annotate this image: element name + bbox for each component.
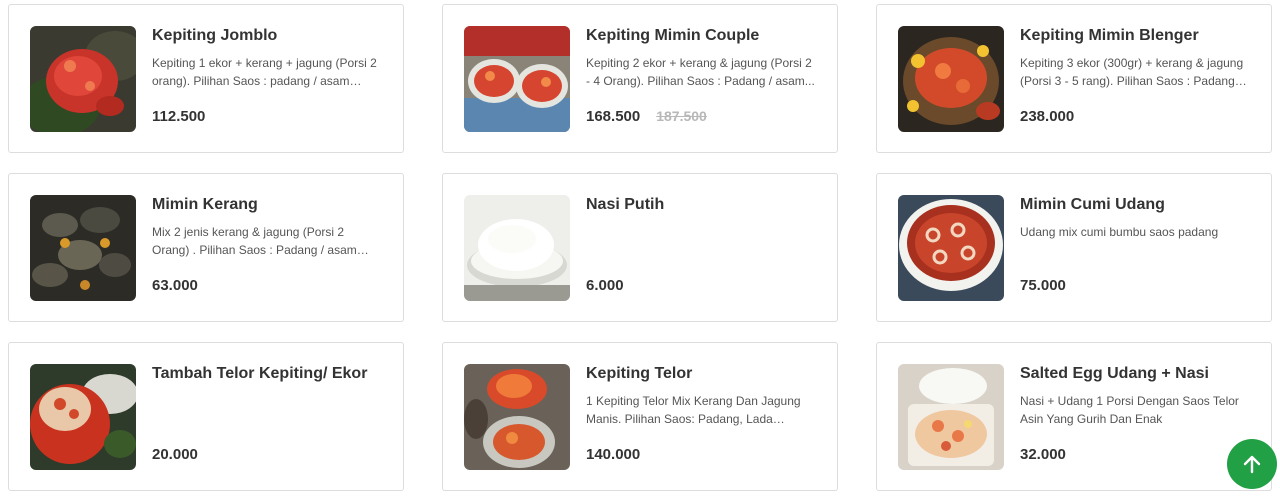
menu-item-description: Kepiting 1 ekor + kerang + jagung (Porsi… (152, 56, 377, 88)
menu-item-description: Kepiting 3 ekor (300gr) + kerang & jagun… (1020, 56, 1244, 88)
menu-item-description: Udang mix cumi bumbu saos padang (1020, 225, 1219, 239)
crab-platter-photo (898, 26, 1004, 132)
clams-photo (30, 195, 136, 301)
crab-egg-photo (464, 364, 570, 470)
menu-item-price: 20.000 (152, 446, 198, 463)
menu-item-description: Mix 2 jenis kerang & jagung (Porsi 2 Ora… (152, 225, 357, 257)
salted-egg-shrimp-photo (898, 364, 1004, 470)
menu-item-title: Kepiting Telor (586, 365, 693, 382)
menu-item-title: Nasi Putih (586, 196, 665, 213)
menu-item-price-row: 112.500 (152, 108, 205, 125)
menu-item-price-row: 140.000 (586, 446, 640, 463)
menu-item-price: 112.500 (152, 108, 206, 125)
menu-item-card[interactable]: Tambah Telor Kepiting/ Ekor 20.000 (8, 342, 404, 491)
menu-item-title: Mimin Cumi Udang (1020, 196, 1165, 213)
crab-dish-photo (30, 26, 136, 132)
menu-item-price-row: 168.500 187.500 (586, 108, 707, 125)
menu-item-price-row: 32.000 (1020, 446, 1066, 463)
menu-item-card[interactable]: Kepiting Telor 1 Kepiting Telor Mix Kera… (442, 342, 838, 491)
menu-item-price: 6.000 (586, 277, 624, 294)
arrow-up-icon (1243, 455, 1261, 474)
menu-grid: Kepiting Jomblo Kepiting 1 ekor + kerang… (8, 4, 1272, 491)
crab-roe-photo (30, 364, 136, 470)
menu-item-title: Tambah Telor Kepiting/ Ekor (152, 365, 368, 382)
menu-item-description: Nasi + Udang 1 Porsi Dengan Saos Telor A… (1020, 394, 1239, 426)
menu-item-title: Kepiting Jomblo (152, 27, 278, 44)
scroll-to-top-button[interactable] (1227, 439, 1277, 489)
menu-item-card[interactable]: Kepiting Jomblo Kepiting 1 ekor + kerang… (8, 4, 404, 153)
menu-item-card[interactable]: Mimin Kerang Mix 2 jenis kerang & jagung… (8, 173, 404, 322)
menu-item-card[interactable]: Kepiting Mimin Couple Kepiting 2 ekor + … (442, 4, 838, 153)
menu-item-price: 238.000 (1020, 108, 1075, 125)
menu-item-price: 75.000 (1020, 277, 1066, 294)
menu-item-title: Kepiting Mimin Blenger (1020, 27, 1199, 44)
menu-item-price-row: 63.000 (152, 277, 198, 294)
menu-item-card[interactable]: Kepiting Mimin Blenger Kepiting 3 ekor (… (876, 4, 1272, 153)
menu-item-price-row: 75.000 (1020, 277, 1066, 294)
menu-item-title: Kepiting Mimin Couple (586, 27, 760, 44)
menu-item-price: 140.000 (586, 446, 641, 463)
menu-item-price: 32.000 (1020, 446, 1066, 463)
menu-item-card[interactable]: Salted Egg Udang + Nasi Nasi + Udang 1 P… (876, 342, 1272, 491)
menu-item-price: 168.500 (586, 108, 641, 125)
white-rice-photo (464, 195, 570, 301)
menu-item-title: Salted Egg Udang + Nasi (1020, 365, 1209, 382)
menu-item-price-row: 238.000 (1020, 108, 1074, 125)
menu-item-price-row: 20.000 (152, 446, 198, 463)
menu-item-card[interactable]: Nasi Putih 6.000 (442, 173, 838, 322)
menu-item-description: Kepiting 2 ekor + kerang & jagung (Porsi… (586, 56, 815, 88)
crab-couple-photo (464, 26, 570, 132)
menu-item-price-row: 6.000 (586, 277, 624, 294)
menu-item-description: 1 Kepiting Telor Mix Kerang Dan Jagung M… (586, 394, 801, 426)
menu-item-price: 63.000 (152, 277, 198, 294)
squid-shrimp-photo (898, 195, 1004, 301)
menu-item-old-price: 187.500 (656, 108, 707, 124)
menu-item-card[interactable]: Mimin Cumi Udang Udang mix cumi bumbu sa… (876, 173, 1272, 322)
menu-item-title: Mimin Kerang (152, 196, 258, 213)
